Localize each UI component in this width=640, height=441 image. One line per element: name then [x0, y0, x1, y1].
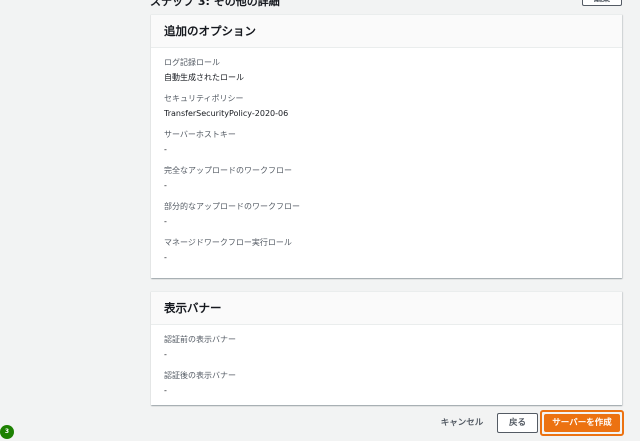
additional-options-body: ログ記録ロール 自動生成されたロール セキュリティポリシー TransferSe… [151, 48, 622, 273]
field-value: - [164, 145, 167, 154]
cancel-button[interactable]: キャンセル [436, 411, 488, 435]
field-value: 自動生成されたロール [164, 73, 244, 82]
step-title: ステップ 3: その他の詳細 [150, 0, 280, 8]
edit-button[interactable]: 編集 [582, 0, 622, 6]
field-partial-upload-workflow: 部分的なアップロードのワークフロー - [164, 201, 609, 237]
display-banner-title: 表示バナー [151, 292, 622, 325]
field-value: - [164, 217, 167, 226]
field-pre-auth-banner: 認証前の表示バナー - [164, 334, 609, 370]
field-logging-role: ログ記録ロール 自動生成されたロール [164, 57, 609, 93]
field-value: - [164, 350, 167, 359]
create-server-button[interactable]: サーバーを作成 [544, 414, 620, 432]
field-full-upload-workflow: 完全なアップロードのワークフロー - [164, 165, 609, 201]
notification-badge[interactable]: 3 [0, 425, 14, 439]
field-value: TransferSecurityPolicy-2020-06 [164, 109, 289, 118]
display-banner-card: 表示バナー 認証前の表示バナー - 認証後の表示バナー - [151, 291, 622, 405]
wizard-footer: キャンセル 戻る サーバーを作成 [0, 410, 640, 441]
field-value: - [164, 181, 167, 190]
field-label: マネージドワークフロー実行ロール [164, 238, 292, 247]
field-label: 認証後の表示バナー [164, 371, 236, 380]
field-security-policy: セキュリティポリシー TransferSecurityPolicy-2020-0… [164, 93, 609, 129]
field-label: 認証前の表示バナー [164, 335, 236, 344]
field-label: セキュリティポリシー [164, 94, 244, 103]
additional-options-title: 追加のオプション [151, 15, 622, 48]
field-managed-workflow-role: マネージドワークフロー実行ロール - [164, 237, 609, 273]
page: ステップ 3: その他の詳細 編集 追加のオプション ログ記録ロール 自動生成さ… [0, 0, 640, 441]
field-server-host-key: サーバーホストキー - [164, 129, 609, 165]
field-post-auth-banner: 認証後の表示バナー - [164, 370, 609, 406]
field-label: サーバーホストキー [164, 130, 236, 139]
create-server-focus-ring: サーバーを作成 [540, 410, 624, 436]
field-value: - [164, 253, 167, 262]
additional-options-card: 追加のオプション ログ記録ロール 自動生成されたロール セキュリティポリシー T… [151, 14, 622, 278]
back-button[interactable]: 戻る [497, 413, 538, 433]
display-banner-body: 認証前の表示バナー - 認証後の表示バナー - [151, 325, 622, 406]
field-label: ログ記録ロール [164, 58, 220, 67]
field-label: 部分的なアップロードのワークフロー [164, 202, 300, 211]
field-label: 完全なアップロードのワークフロー [164, 166, 292, 175]
sidebar-edge [0, 0, 20, 441]
field-value: - [164, 386, 167, 395]
